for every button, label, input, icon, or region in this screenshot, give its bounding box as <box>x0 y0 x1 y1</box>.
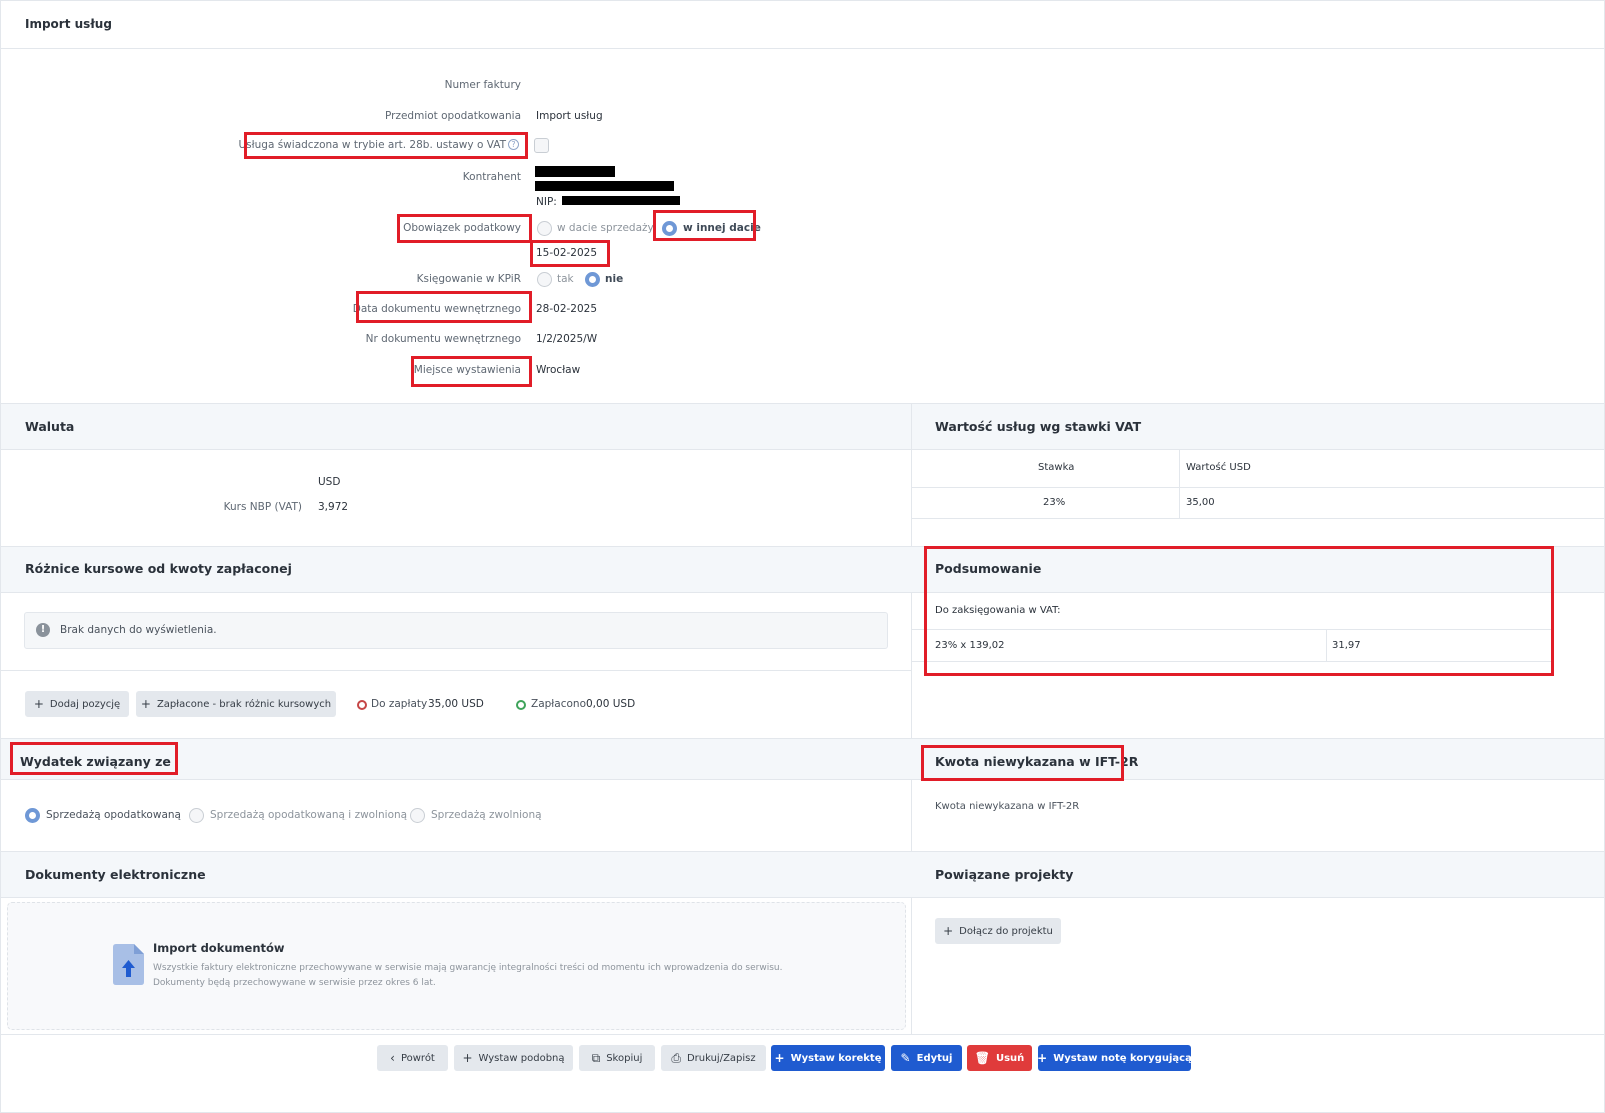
plus-icon: + <box>140 697 151 711</box>
exchange-diff-title: Różnice kursowe od kwoty zapłaconej <box>25 561 292 576</box>
table-cell-value: 35,00 <box>1186 497 1215 508</box>
radio-kpir-no-label: nie <box>605 273 624 285</box>
service-28b-checkbox[interactable] <box>534 138 549 153</box>
rate-value: 3,972 <box>318 501 349 513</box>
highlight-box <box>356 291 532 323</box>
radio-kpir-yes-label: tak <box>557 273 574 285</box>
highlight-box <box>653 210 756 241</box>
divider <box>1 1034 1604 1035</box>
plus-icon: + <box>33 697 44 711</box>
paid-no-diff-button[interactable]: + Zapłacone - brak różnic kursowych <box>136 691 336 717</box>
to-pay-value: 35,00 USD <box>428 698 484 710</box>
ift-label: Kwota niewykazana w IFT-2R <box>935 801 1080 812</box>
highlight-box <box>411 356 532 387</box>
redacted-nip <box>562 196 680 205</box>
currency-code: USD <box>318 476 341 488</box>
info-icon: ! <box>36 623 50 637</box>
radio-expense-mixed[interactable] <box>189 808 204 823</box>
paid-status-icon <box>516 700 526 710</box>
kpir-label: Księgowanie w KPiR <box>416 273 521 285</box>
col-rate-header: Stawka <box>1038 462 1075 473</box>
rate-label: Kurs NBP (VAT) <box>223 501 302 513</box>
table-row-divider <box>912 518 1604 519</box>
create-correction-note-button[interactable]: + Wystaw notę korygującą <box>1037 1045 1192 1071</box>
highlight-box <box>397 214 532 243</box>
back-button[interactable]: ‹ Powrót <box>377 1045 448 1071</box>
copy-button[interactable]: ⧉ Skopiuj <box>579 1045 655 1071</box>
highlight-box <box>530 240 610 267</box>
radio-expense-taxed-label: Sprzedażą opodatkowaną <box>46 809 181 821</box>
unpaid-status-icon <box>357 700 367 710</box>
highlight-box <box>921 745 1124 781</box>
delete-button[interactable]: 🗑 Usuń <box>967 1045 1032 1071</box>
highlight-box <box>244 132 528 159</box>
plus-icon: + <box>943 924 954 938</box>
internal-doc-no-value: 1/2/2025/W <box>536 333 598 345</box>
print-icon: ⎙ <box>671 1051 681 1065</box>
radio-sale-date[interactable] <box>537 221 552 236</box>
plus-icon: + <box>1037 1051 1048 1065</box>
table-cell-rate: 23% <box>1043 497 1066 508</box>
page-title: Import usług <box>25 17 112 31</box>
column-divider <box>911 403 912 1034</box>
edit-button[interactable]: ✎ Edytuj <box>891 1045 962 1071</box>
redacted-contractor-address <box>535 181 674 191</box>
copy-icon: ⧉ <box>591 1051 601 1065</box>
paid-label: Zapłacono <box>531 698 586 710</box>
import-line-1: Wszystkie faktury elektroniczne przechow… <box>153 963 783 973</box>
internal-doc-date-value: 28-02-2025 <box>536 303 598 315</box>
subject-label: Przedmiot opodatkowania <box>384 110 521 122</box>
place-value: Wrocław <box>536 364 581 376</box>
internal-doc-no-label: Nr dokumentu wewnętrznego <box>365 333 521 345</box>
projects-title: Powiązane projekty <box>935 867 1074 882</box>
radio-expense-taxed[interactable] <box>25 808 40 823</box>
empty-info-text: Brak danych do wyświetlenia. <box>60 624 217 636</box>
join-project-button[interactable]: + Dołącz do projektu <box>935 918 1061 944</box>
print-button[interactable]: ⎙ Drukuj/Zapisz <box>661 1045 766 1071</box>
radio-kpir-yes[interactable] <box>537 272 552 287</box>
currency-title: Waluta <box>25 419 75 434</box>
edocs-title: Dokumenty elektroniczne <box>25 867 206 882</box>
subject-value: Import usług <box>536 110 603 122</box>
table-col-divider <box>1179 450 1180 518</box>
file-upload-icon <box>113 944 144 985</box>
to-pay-label: Do zapłaty <box>371 698 428 710</box>
nip-label: NIP: <box>536 196 557 208</box>
highlight-box <box>924 546 1554 676</box>
radio-kpir-no[interactable] <box>585 272 600 287</box>
radio-expense-mixed-label: Sprzedażą opodatkowaną i zwolnioną <box>210 809 408 821</box>
section-header-band <box>1 851 1604 898</box>
radio-expense-exempt-label: Sprzedażą zwolnioną <box>431 809 542 821</box>
create-similar-button[interactable]: + Wystaw podobną <box>454 1045 573 1071</box>
col-value-header: Wartość USD <box>1186 462 1251 473</box>
section-header-band <box>1 403 1604 450</box>
import-title: Import dokumentów <box>153 941 285 955</box>
vat-values-title: Wartość usług wg stawki VAT <box>935 419 1142 434</box>
divider <box>1 670 911 671</box>
highlight-box <box>10 742 178 775</box>
edit-icon: ✎ <box>900 1051 911 1065</box>
table-row-divider <box>912 487 1604 488</box>
create-correction-button[interactable]: + Wystaw korektę <box>771 1045 885 1071</box>
plus-icon: + <box>462 1051 473 1065</box>
divider <box>1 48 1604 49</box>
redacted-contractor-name <box>535 166 615 177</box>
radio-sale-date-label: w dacie sprzedaży <box>557 222 654 234</box>
import-line-2: Dokumenty będą przechowywane w serwisie … <box>153 978 436 988</box>
contractor-label: Kontrahent <box>462 171 521 183</box>
paid-value: 0,00 USD <box>586 698 636 710</box>
invoice-number-label: Numer faktury <box>444 79 521 91</box>
chevron-left-icon: ‹ <box>390 1051 395 1065</box>
section-header-band <box>1 738 1604 780</box>
radio-expense-exempt[interactable] <box>410 808 425 823</box>
trash-icon: 🗑 <box>974 1051 990 1065</box>
plus-icon: + <box>774 1051 785 1065</box>
add-position-button[interactable]: + Dodaj pozycję <box>25 691 129 717</box>
